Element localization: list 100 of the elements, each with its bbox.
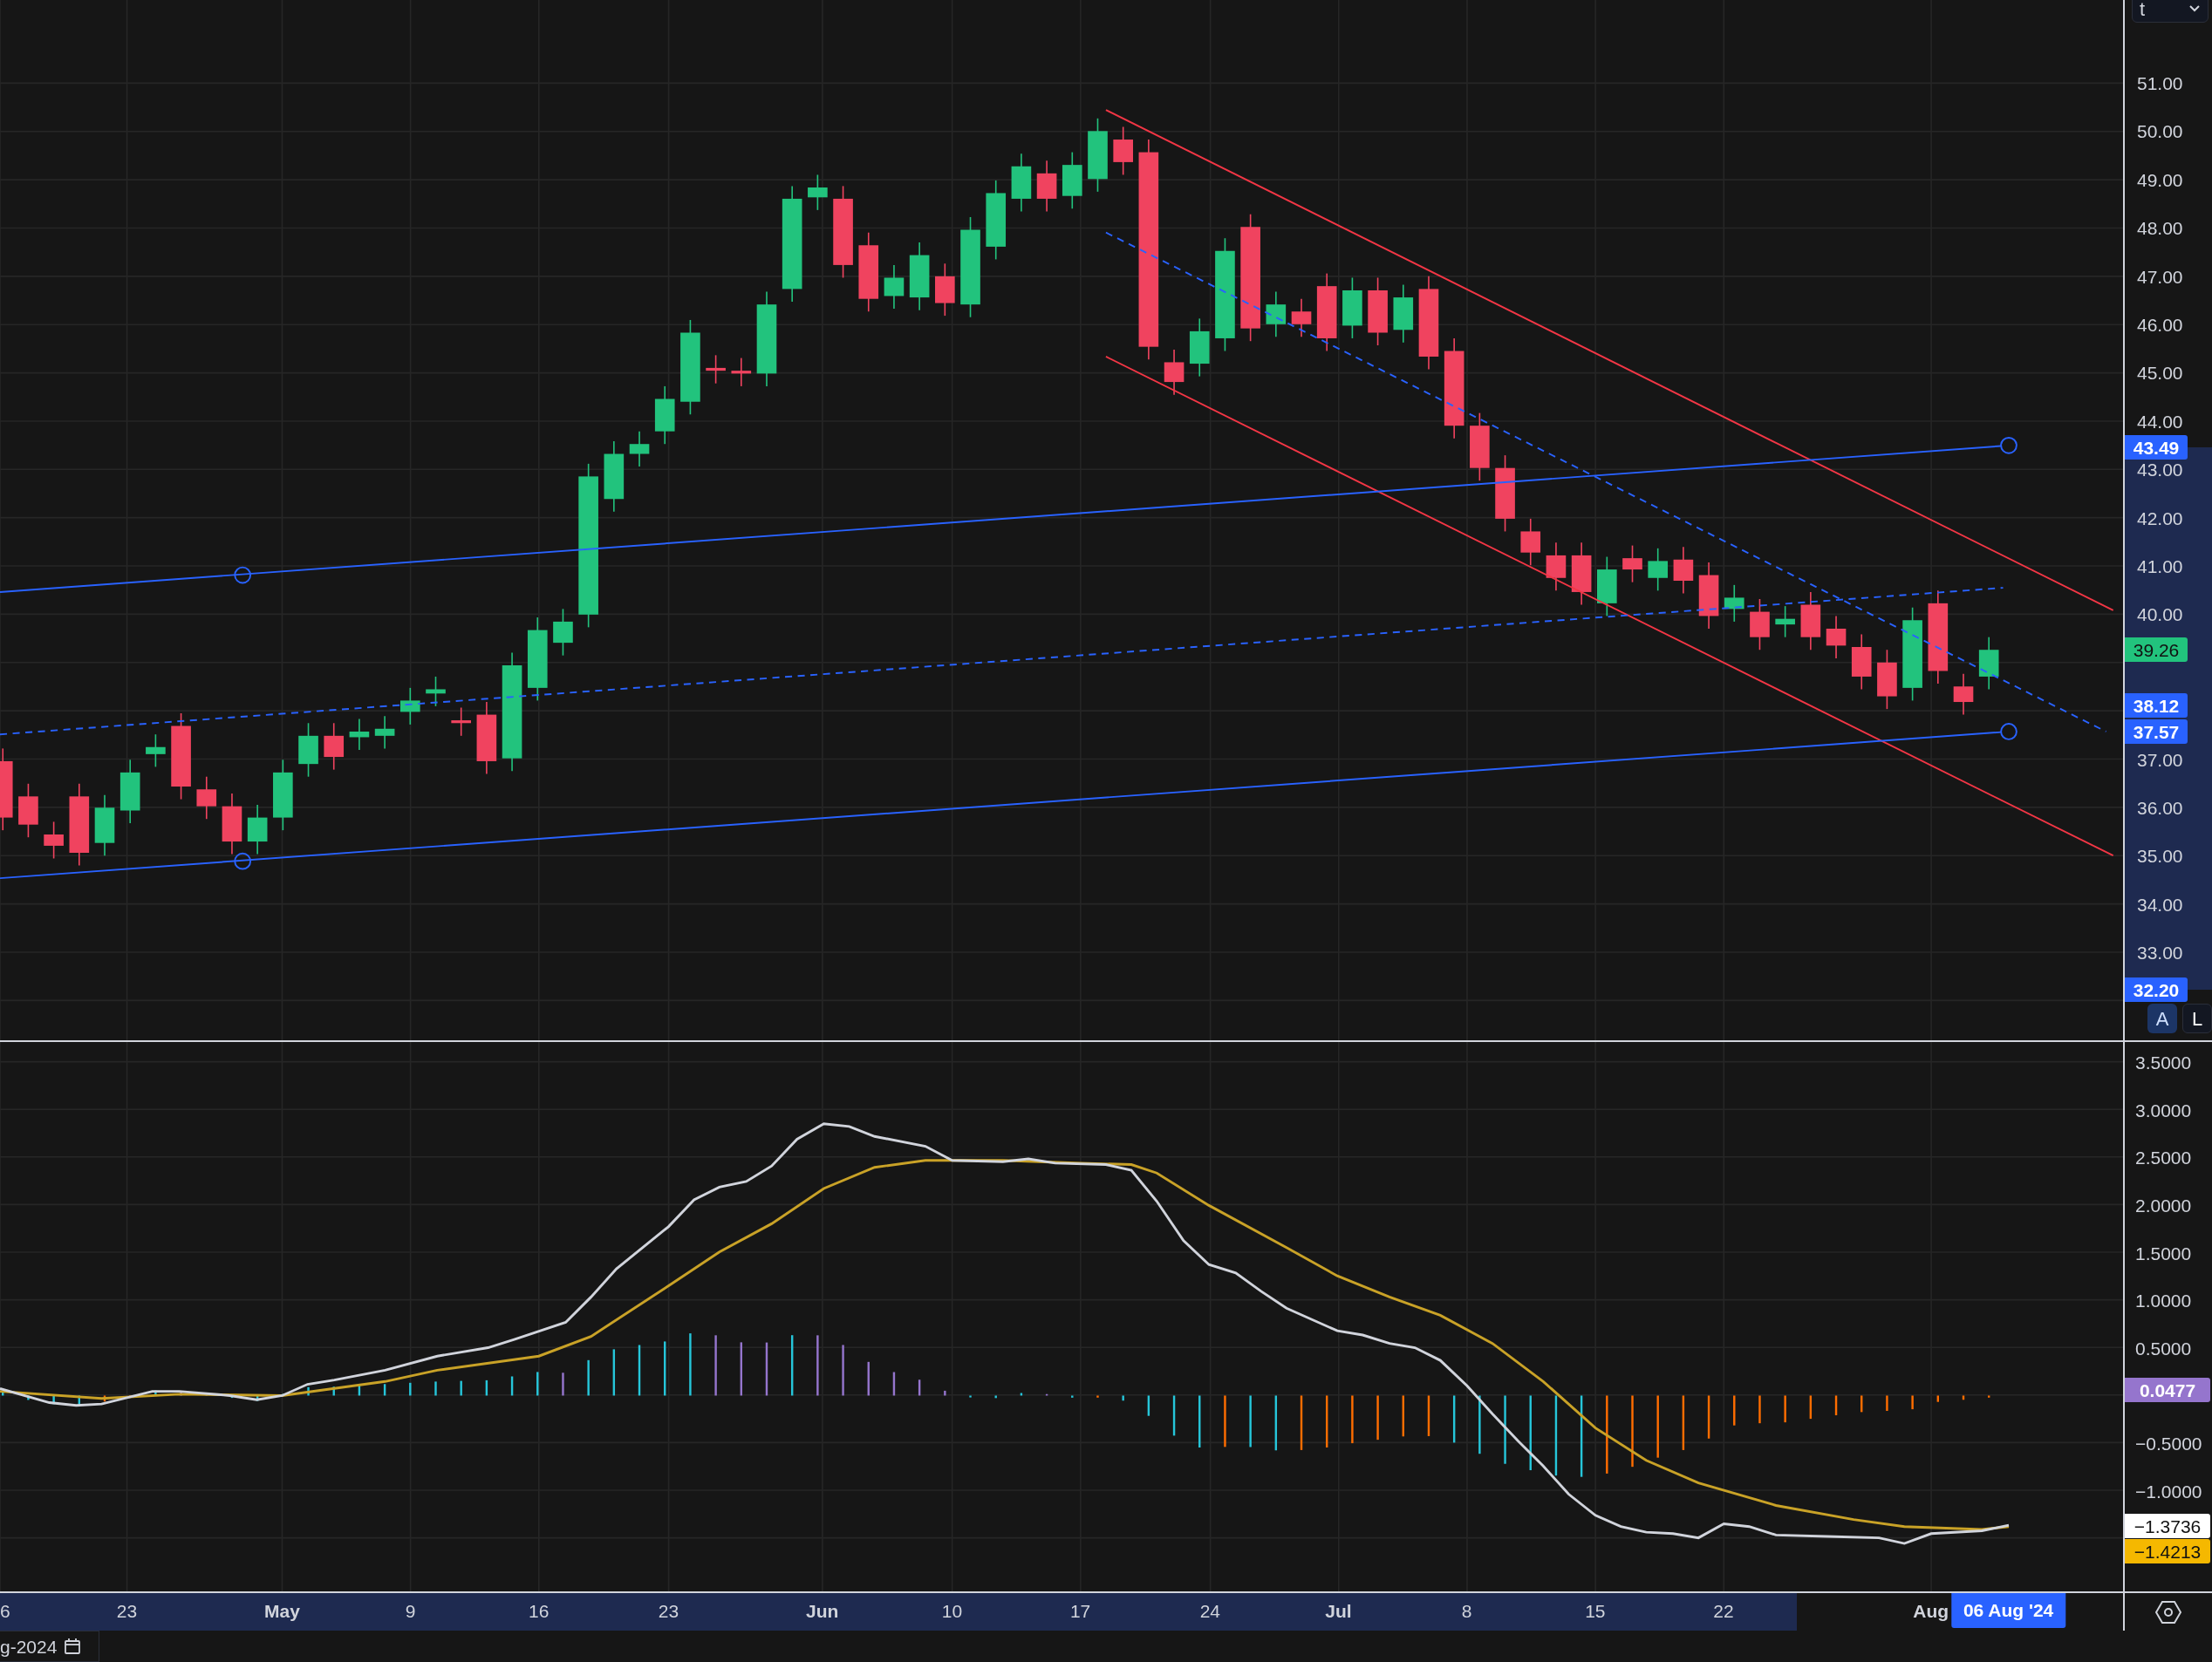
price-tick: 43.00	[2137, 460, 2183, 480]
scale-toggle[interactable]: L	[2182, 1004, 2212, 1033]
histogram-bar	[1376, 1395, 1379, 1441]
time-tick: 23	[116, 1602, 138, 1620]
macd-value-label: 0.0477	[2125, 1378, 2210, 1402]
candle	[1673, 546, 1694, 595]
trend-line[interactable]	[1104, 109, 2114, 611]
candle	[1546, 542, 1567, 592]
time-tick: 8	[1461, 1602, 1472, 1620]
histogram-bar	[587, 1359, 590, 1396]
candle	[1393, 283, 1414, 344]
time-tick: 10	[941, 1602, 963, 1620]
price-tick: 49.00	[2137, 170, 2183, 189]
scale-toggle[interactable]: A	[2147, 1004, 2177, 1033]
price-tick: 51.00	[2137, 74, 2183, 92]
histogram-bar	[1274, 1395, 1278, 1451]
candle	[1622, 544, 1642, 583]
histogram-bar	[1351, 1395, 1354, 1444]
candle	[553, 608, 573, 657]
histogram-bar	[510, 1376, 514, 1396]
candle	[1648, 548, 1668, 592]
histogram-bar	[1045, 1393, 1048, 1396]
histogram-bar	[358, 1385, 361, 1396]
histogram-bar	[460, 1380, 462, 1396]
price-tick: 35.00	[2137, 847, 2183, 866]
candle	[1800, 591, 1821, 651]
histogram-bar	[1198, 1395, 1201, 1447]
histogram-bar	[1326, 1395, 1328, 1447]
histogram-bar	[612, 1349, 616, 1396]
price-tick: 41.00	[2137, 557, 2183, 576]
candle	[706, 354, 726, 385]
histogram-bar	[562, 1373, 564, 1396]
settings-icon[interactable]	[2155, 1599, 2181, 1625]
price-tick: 50.00	[2137, 122, 2183, 141]
time-tick: 22	[1713, 1602, 1734, 1620]
histogram-bar	[1988, 1395, 1990, 1398]
dashed-trend-line[interactable]	[0, 587, 2004, 736]
histogram-bar	[485, 1379, 488, 1396]
histogram-bar	[867, 1361, 870, 1396]
histogram-bar	[714, 1335, 717, 1396]
date-field[interactable]: g-2024	[0, 1631, 99, 1662]
crosshair-date-label: 06 Aug '24	[1950, 1593, 2066, 1628]
time-tick: Jun	[806, 1602, 839, 1620]
trend-line[interactable]	[0, 723, 2017, 880]
histogram-bar	[409, 1382, 412, 1396]
macd-tick: 2.5000	[2135, 1148, 2192, 1168]
time-tick: 16	[529, 1602, 550, 1620]
histogram-bar	[1020, 1393, 1023, 1396]
candle	[1342, 276, 1362, 339]
histogram-bar	[969, 1395, 972, 1398]
trend-line[interactable]	[0, 436, 2017, 593]
histogram-bar	[1809, 1395, 1813, 1420]
histogram-bar	[332, 1386, 335, 1396]
histogram-bar	[1122, 1395, 1124, 1401]
symbol-dropdown[interactable]: t	[2132, 0, 2209, 23]
price-label: 32.20	[2125, 977, 2188, 1002]
histogram-bar	[1682, 1395, 1685, 1450]
price-tick: 44.00	[2137, 412, 2183, 431]
histogram-bar	[1707, 1395, 1710, 1439]
histogram-bar	[1224, 1395, 1226, 1447]
trend-line[interactable]	[1104, 356, 2114, 857]
candle	[1826, 615, 1847, 659]
histogram-bar	[1962, 1395, 1965, 1400]
histogram-bar	[1936, 1395, 1939, 1402]
candle	[324, 722, 345, 771]
price-tick: 33.00	[2137, 943, 2183, 963]
time-tick: 9	[405, 1602, 416, 1620]
price-tick: 47.00	[2137, 267, 2183, 286]
histogram-bar	[1758, 1395, 1761, 1424]
candle	[1164, 349, 1185, 396]
histogram-bar	[918, 1379, 921, 1396]
candle	[44, 821, 64, 860]
histogram-bar	[740, 1342, 742, 1396]
histogram-bar	[154, 1390, 157, 1396]
candle	[349, 718, 370, 751]
histogram-bar	[1096, 1395, 1099, 1398]
histogram-bar	[536, 1372, 539, 1396]
histogram-bar	[1860, 1395, 1863, 1413]
candle	[1877, 649, 1897, 710]
price-label: 39.26	[2125, 637, 2188, 662]
candle	[1750, 598, 1770, 651]
calendar-icon	[64, 1638, 82, 1655]
price-label: 38.12	[2125, 693, 2188, 718]
histogram-bar	[103, 1395, 106, 1402]
candle	[1597, 555, 1617, 617]
candle	[1011, 153, 1032, 213]
macd-tick: −1.0000	[2135, 1481, 2202, 1501]
candle	[1266, 290, 1287, 338]
histogram-bar	[1172, 1395, 1176, 1436]
dashed-trend-line[interactable]	[1104, 231, 2107, 732]
histogram-bar	[1478, 1395, 1481, 1454]
macd-value-label: −1.4213	[2125, 1539, 2210, 1563]
histogram-bar	[1402, 1395, 1404, 1437]
candle	[731, 357, 752, 387]
candle	[247, 804, 268, 855]
candle	[1978, 636, 1999, 691]
candle	[1062, 151, 1082, 210]
histogram-bar	[1733, 1395, 1736, 1426]
candle	[426, 676, 446, 707]
candle	[935, 262, 955, 317]
